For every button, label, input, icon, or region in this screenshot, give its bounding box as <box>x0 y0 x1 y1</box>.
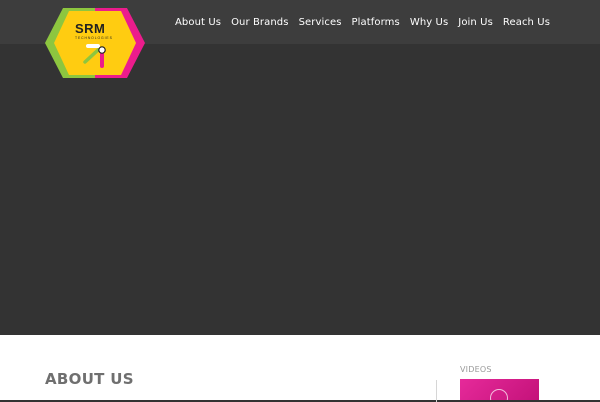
videos-label: VIDEOS <box>460 365 492 374</box>
nav-platforms[interactable]: Platforms <box>352 17 400 28</box>
nav-why-us[interactable]: Why Us <box>410 17 448 28</box>
about-heading: ABOUT US <box>45 370 134 388</box>
about-section: ABOUT US VIDEOS <box>0 335 600 402</box>
nav-our-brands[interactable]: Our Brands <box>231 17 289 28</box>
video-thumbnail[interactable] <box>460 379 539 400</box>
nav-reach-us[interactable]: Reach Us <box>503 17 550 28</box>
svg-text:SRM: SRM <box>75 21 105 36</box>
srm-logo[interactable]: SRM TECHNOLOGIES <box>45 8 145 78</box>
nav-services[interactable]: Services <box>299 17 342 28</box>
svg-text:TECHNOLOGIES: TECHNOLOGIES <box>75 36 113 40</box>
section-divider <box>436 380 437 402</box>
nav-join-us[interactable]: Join Us <box>458 17 493 28</box>
nav-about-us[interactable]: About Us <box>175 17 221 28</box>
play-icon[interactable] <box>490 389 508 400</box>
hero-banner <box>0 44 600 335</box>
main-nav: About Us Our Brands Services Platforms W… <box>175 14 550 30</box>
